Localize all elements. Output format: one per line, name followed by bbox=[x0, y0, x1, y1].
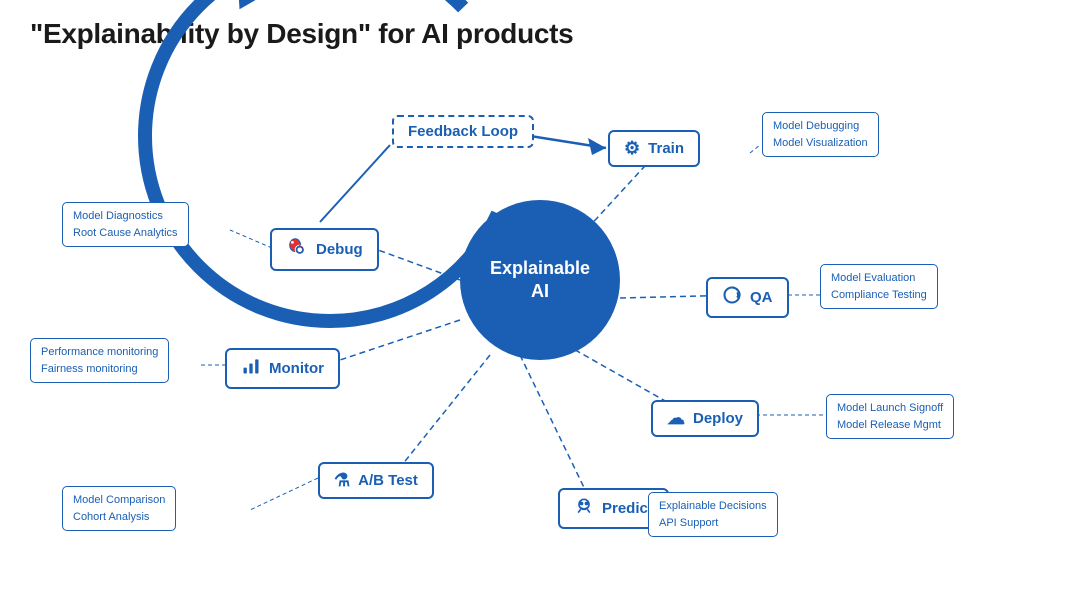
debug-icon bbox=[286, 236, 308, 263]
debug-label: Debug bbox=[316, 241, 363, 258]
train-info: Model Debugging Model Visualization bbox=[762, 112, 879, 157]
predict-icon bbox=[574, 496, 594, 521]
qa-icon bbox=[722, 285, 742, 310]
predict-label: Predict bbox=[602, 500, 653, 517]
train-info-line2: Model Visualization bbox=[773, 135, 868, 152]
feedbackloop-node: Feedback Loop bbox=[392, 115, 534, 148]
abtest-node: ⚗ A/B Test bbox=[318, 462, 434, 499]
qa-info-line1: Model Evaluation bbox=[831, 270, 927, 287]
train-icon: ⚙ bbox=[624, 138, 640, 159]
monitor-label: Monitor bbox=[269, 360, 324, 377]
predict-info-line2: API Support bbox=[659, 515, 767, 532]
page-container: "Explainability by Design" for AI produc… bbox=[0, 0, 1080, 604]
monitor-node: Monitor bbox=[225, 348, 340, 389]
abtest-info-line2: Cohort Analysis bbox=[73, 509, 165, 526]
deploy-info-line2: Model Release Mgmt bbox=[837, 417, 943, 434]
feedbackloop-label: Feedback Loop bbox=[408, 123, 518, 140]
monitor-info-line2: Fairness monitoring bbox=[41, 361, 158, 378]
debug-info-line1: Model Diagnostics bbox=[73, 208, 178, 225]
abtest-info-line1: Model Comparison bbox=[73, 492, 165, 509]
abtest-label: A/B Test bbox=[358, 472, 418, 489]
train-label: Train bbox=[648, 140, 684, 157]
monitor-info-line1: Performance monitoring bbox=[41, 344, 158, 361]
qa-info: Model Evaluation Compliance Testing bbox=[820, 264, 938, 309]
predict-info: Explainable Decisions API Support bbox=[648, 492, 778, 537]
qa-label: QA bbox=[750, 289, 773, 306]
deploy-node: ☁ Deploy bbox=[651, 400, 759, 437]
debug-info: Model Diagnostics Root Cause Analytics bbox=[62, 202, 189, 247]
train-node: ⚙ Train bbox=[608, 130, 700, 167]
abtest-icon: ⚗ bbox=[334, 470, 350, 491]
deploy-info: Model Launch Signoff Model Release Mgmt bbox=[826, 394, 954, 439]
center-circle-text: Explainable AI bbox=[490, 257, 590, 304]
monitor-icon bbox=[241, 356, 261, 381]
debug-node: Debug bbox=[270, 228, 379, 271]
center-circle: Explainable AI bbox=[460, 200, 620, 360]
abtest-info: Model Comparison Cohort Analysis bbox=[62, 486, 176, 531]
train-info-line1: Model Debugging bbox=[773, 118, 868, 135]
predict-info-line1: Explainable Decisions bbox=[659, 498, 767, 515]
qa-info-line2: Compliance Testing bbox=[831, 287, 927, 304]
qa-node: QA bbox=[706, 277, 789, 318]
debug-info-line2: Root Cause Analytics bbox=[73, 225, 178, 242]
deploy-icon: ☁ bbox=[667, 408, 685, 429]
deploy-label: Deploy bbox=[693, 410, 743, 427]
deploy-info-line1: Model Launch Signoff bbox=[837, 400, 943, 417]
monitor-info: Performance monitoring Fairness monitori… bbox=[30, 338, 169, 383]
